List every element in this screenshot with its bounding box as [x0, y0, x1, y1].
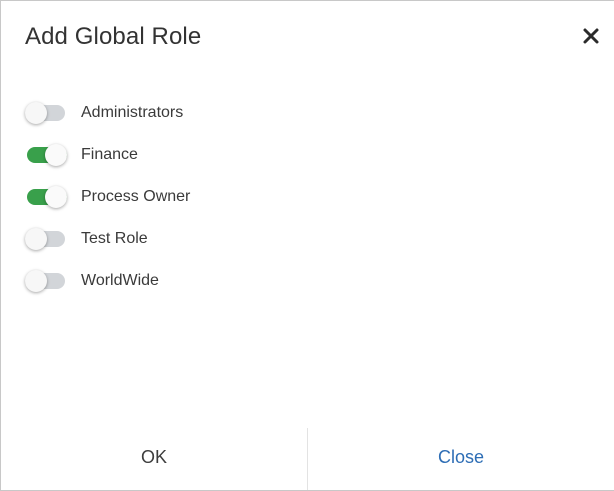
role-list: Administrators Finance Process Owner Tes… — [25, 92, 190, 302]
dialog-header: Add Global Role — [1, 1, 614, 77]
role-toggle[interactable] — [25, 228, 67, 250]
role-item-worldwide[interactable]: WorldWide — [25, 260, 190, 302]
dialog-footer: OK Close — [1, 428, 614, 490]
role-toggle[interactable] — [25, 144, 67, 166]
close-button[interactable]: Close — [308, 428, 614, 490]
role-item-finance[interactable]: Finance — [25, 134, 190, 176]
role-item-administrators[interactable]: Administrators — [25, 92, 190, 134]
dialog-title: Add Global Role — [25, 23, 202, 50]
ok-button[interactable]: OK — [1, 428, 307, 490]
role-label: Process Owner — [81, 188, 191, 205]
role-toggle[interactable] — [25, 270, 67, 292]
role-toggle[interactable] — [25, 186, 67, 208]
role-label: Finance — [81, 146, 138, 163]
close-icon[interactable] — [580, 25, 602, 47]
role-label: WorldWide — [81, 272, 159, 289]
role-label: Test Role — [81, 230, 148, 247]
role-item-test-role[interactable]: Test Role — [25, 218, 190, 260]
role-toggle[interactable] — [25, 102, 67, 124]
role-item-process-owner[interactable]: Process Owner — [25, 176, 190, 218]
role-label: Administrators — [81, 104, 184, 121]
add-global-role-dialog: Add Global Role Administrators Finance P… — [0, 0, 614, 491]
